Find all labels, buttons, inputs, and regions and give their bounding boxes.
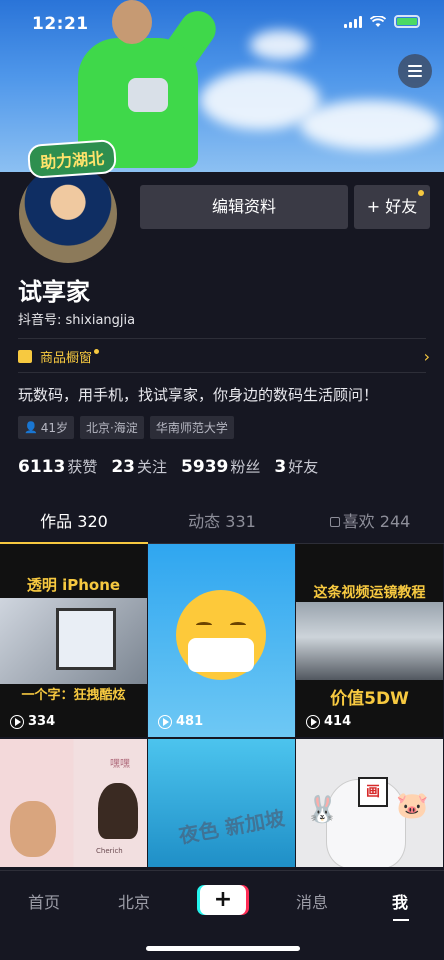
add-friend-label: + 好友 [366, 197, 418, 216]
video-thumbnail[interactable]: 夜色 新加坡 [148, 739, 296, 869]
emoji-mask [188, 638, 254, 672]
tag-label: 华南师范大学 [155, 421, 228, 435]
stat-friends[interactable]: 3 好友 [274, 456, 318, 477]
play-count: 334 [10, 714, 55, 729]
video-title-bottom: 价值5DW [330, 689, 409, 709]
video-title-bottom: 一个字：狂拽酷炫 [21, 688, 126, 703]
status-bar: 12:21 [0, 0, 444, 44]
stat-value: 5939 [181, 457, 229, 477]
video-laptop [56, 608, 116, 670]
divider [18, 338, 426, 339]
tab-likes-label: 喜欢 244 [342, 512, 411, 531]
tag-location: 北京·海淀 [79, 416, 144, 439]
profile-bio: 玩数码，用手机，找试享家，你身边的数码生活顾问！ [18, 386, 379, 404]
menu-button[interactable] [398, 54, 432, 88]
stat-label: 获赞 [67, 458, 98, 476]
nav-messages[interactable]: 消息 [296, 889, 328, 913]
wifi-icon [370, 15, 386, 27]
video-overlay-text: 画 [358, 777, 388, 807]
plus-icon: + [200, 885, 246, 915]
tab-moments[interactable]: 动态 331 [148, 504, 296, 543]
pig-emoji-icon: 🐷 [396, 791, 429, 821]
create-button[interactable]: + [197, 885, 249, 915]
tag-label: 北京·海淀 [85, 421, 138, 435]
video-overlay-text: 夜色 新加坡 [176, 805, 287, 849]
lock-icon [329, 517, 340, 527]
nav-beijing[interactable]: 北京 [118, 889, 150, 913]
divider [18, 372, 426, 373]
emoji-eye [196, 622, 212, 628]
profile-name: 试享家 [18, 278, 90, 306]
stat-label: 好友 [288, 458, 319, 476]
video-grid: 透明 iPhone 一个字：狂拽酷炫 334 481 这条视频运镜教程 价值5D… [0, 544, 444, 869]
rabbit-emoji-icon: 🐰 [306, 795, 339, 825]
status-icons [344, 15, 420, 28]
stat-value: 23 [111, 457, 136, 477]
stat-value: 6113 [18, 457, 66, 477]
nav-home[interactable]: 首页 [28, 889, 60, 913]
video-caption: Cherich [96, 847, 123, 855]
play-icon [158, 714, 172, 729]
stat-following[interactable]: 23 关注 [111, 456, 167, 477]
home-indicator [146, 946, 300, 951]
sticker-badge: 助力湖北 [14, 132, 120, 180]
video-title-top: 这条视频运镜教程 [313, 585, 426, 601]
video-thumbnail[interactable]: 481 [148, 544, 296, 739]
tag-age: 👤 41岁 [18, 416, 74, 439]
stat-followers[interactable]: 5939 粉丝 [181, 456, 260, 477]
stat-value: 3 [274, 457, 287, 477]
video-person [10, 801, 56, 857]
edit-profile-button[interactable]: 编辑资料 [140, 185, 348, 229]
video-thumbnail[interactable]: 画 🐰 🐷 [296, 739, 444, 869]
shop-icon [18, 349, 32, 363]
banner-person-bag [128, 78, 168, 112]
banner-cloud [300, 100, 440, 150]
stat-likes[interactable]: 6113 获赞 [18, 456, 97, 477]
person-icon: 👤 [24, 421, 38, 434]
add-friend-button[interactable]: + 好友 [354, 185, 430, 229]
profile-tags: 👤 41岁 北京·海淀 华南师范大学 [18, 416, 234, 439]
notification-dot [418, 190, 424, 196]
chevron-right-icon: › [423, 346, 430, 366]
video-thumbnail[interactable]: 这条视频运镜教程 价值5DW 414 [296, 544, 444, 739]
douyin-id: 抖音号: shixiangjia [18, 313, 136, 328]
play-count: 414 [306, 714, 351, 729]
status-time: 12:21 [32, 14, 89, 34]
video-image [296, 602, 443, 680]
nav-active-indicator [393, 919, 409, 921]
video-title-top: 透明 iPhone [26, 576, 121, 594]
profile-stats: 6113 获赞 23 关注 5939 粉丝 3 好友 [18, 456, 318, 477]
play-count-value: 334 [28, 714, 56, 729]
video-person [98, 783, 138, 839]
emoji-eye [230, 622, 246, 628]
tag-label: 41岁 [40, 421, 68, 435]
video-overlay-text: 嘿嘿 [110, 759, 130, 770]
tag-school: 华南师范大学 [149, 416, 234, 439]
battery-icon [394, 15, 420, 28]
play-icon [306, 714, 320, 729]
shop-window-row[interactable]: 商品橱窗 › [18, 346, 430, 366]
tab-works[interactable]: 作品 320 [0, 504, 148, 544]
play-icon [10, 714, 24, 729]
profile-tabs: 作品 320 动态 331 喜欢 244 [0, 504, 444, 544]
video-thumbnail[interactable]: 嘿嘿 Cherich [0, 739, 148, 869]
video-thumbnail[interactable]: 透明 iPhone 一个字：狂拽酷炫 334 [0, 544, 148, 739]
stat-label: 粉丝 [230, 458, 261, 476]
shop-dot [94, 348, 100, 354]
play-count-value: 481 [176, 714, 204, 729]
play-count: 481 [158, 714, 203, 729]
play-count-value: 414 [324, 714, 352, 729]
shop-label: 商品橱窗 [40, 350, 93, 366]
stat-label: 关注 [137, 458, 168, 476]
sticker-text: 助力湖北 [26, 138, 118, 180]
nav-me[interactable]: 我 [392, 889, 408, 913]
signal-icon [344, 15, 362, 28]
tab-likes[interactable]: 喜欢 244 [296, 504, 444, 543]
